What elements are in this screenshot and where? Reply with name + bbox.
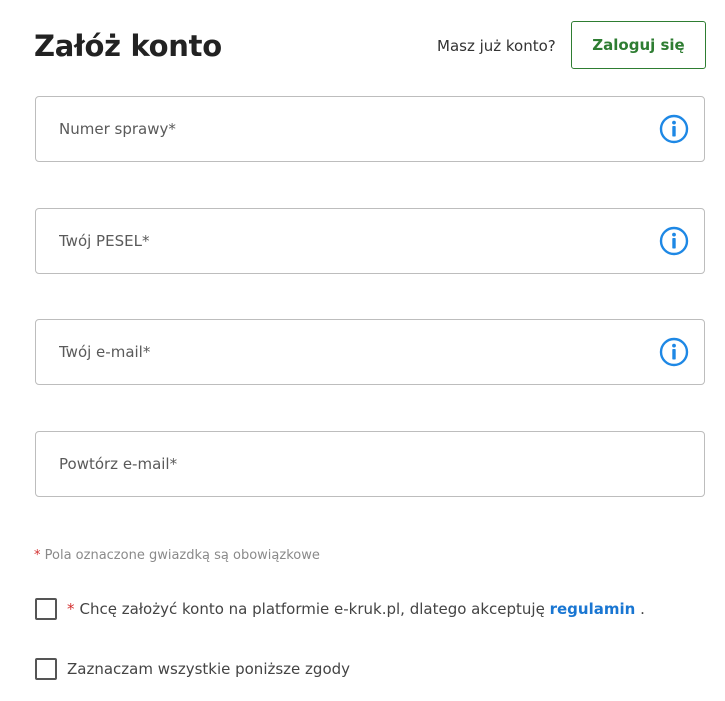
terms-suffix: . xyxy=(640,600,645,618)
email-repeat-input[interactable] xyxy=(36,432,704,496)
info-icon[interactable] xyxy=(659,226,689,256)
pesel-field xyxy=(35,208,705,274)
required-note-text: Pola oznaczone gwiazdką są obowiązkowe xyxy=(44,548,320,563)
login-prompt: Masz już konto? xyxy=(437,37,556,55)
select-all-checkbox[interactable] xyxy=(35,658,57,680)
email-input[interactable] xyxy=(36,320,704,384)
required-asterisk: * xyxy=(34,548,41,563)
email-field xyxy=(35,319,705,385)
email-repeat-field xyxy=(35,431,705,497)
terms-required-asterisk: * xyxy=(67,600,75,618)
terms-link[interactable]: regulamin xyxy=(550,600,636,618)
pesel-input[interactable] xyxy=(36,209,704,273)
info-icon[interactable] xyxy=(659,337,689,367)
terms-label: * Chcę założyć konto na platformie e-kruk… xyxy=(67,600,645,618)
terms-checkbox[interactable] xyxy=(35,598,57,620)
case-number-input[interactable] xyxy=(36,97,704,161)
page-title: Załóż konto xyxy=(34,29,222,63)
login-button[interactable]: Zaloguj się xyxy=(571,21,706,69)
select-all-label: Zaznaczam wszystkie poniższe zgody xyxy=(67,660,351,678)
case-number-field xyxy=(35,96,705,162)
info-icon[interactable] xyxy=(659,114,689,144)
select-all-consent-row: Zaznaczam wszystkie poniższe zgody xyxy=(35,656,350,682)
required-note: * Pola oznaczone gwiazdką są obowiązkowe xyxy=(34,548,320,563)
terms-consent-row: * Chcę założyć konto na platformie e-kruk… xyxy=(35,596,645,622)
terms-text: Chcę założyć konto na platformie e-kruk.… xyxy=(79,600,545,618)
